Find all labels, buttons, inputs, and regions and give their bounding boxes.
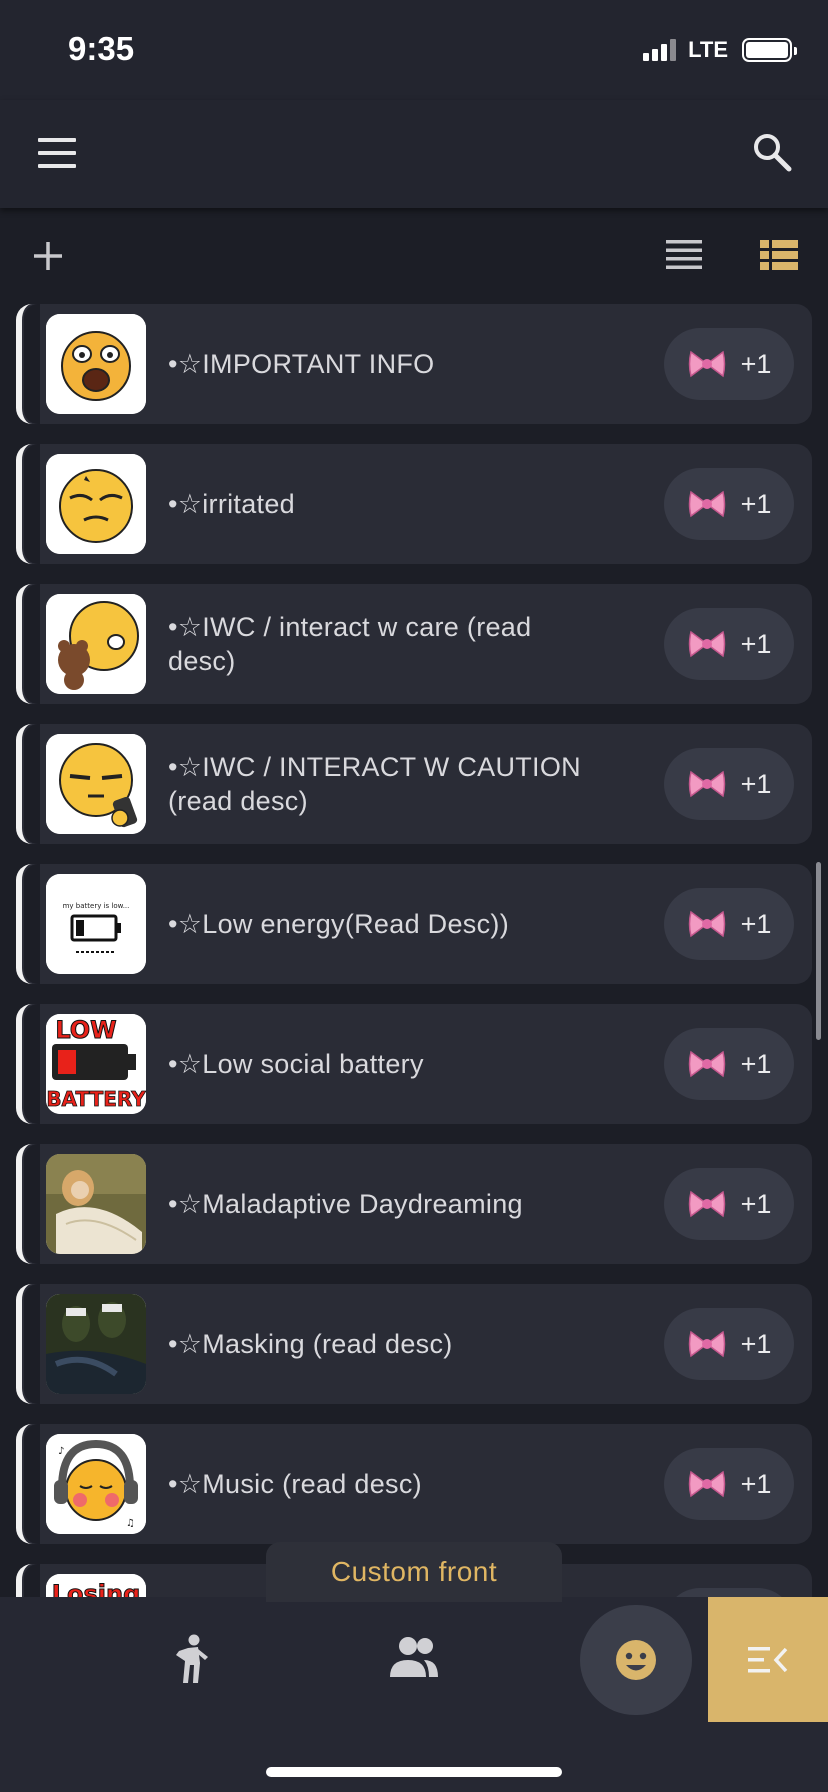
list-item[interactable]: •☆IWC / interact w care (read desc) +1 [16, 584, 812, 704]
list-view-icon[interactable] [666, 240, 702, 270]
avatar-text: my battery is low... [63, 902, 130, 910]
reaction-button[interactable]: +1 [664, 1448, 794, 1520]
app-bar [0, 100, 828, 208]
reaction-count: +1 [740, 768, 772, 799]
pink-bow-icon [688, 1190, 725, 1218]
plus-icon[interactable] [30, 238, 66, 274]
reaction-count: +1 [740, 348, 772, 379]
reaction-count: +1 [740, 488, 772, 519]
avatar [46, 454, 146, 554]
pink-bow-icon [688, 490, 725, 518]
avatar: Losing [46, 1574, 146, 1597]
members-icon[interactable] [388, 1635, 440, 1679]
signal-icon [643, 39, 677, 61]
list-item-label: •☆Maladaptive Daydreaming [168, 1189, 523, 1219]
avatar: ♪ ♫ [46, 1434, 146, 1534]
list-item-label: •☆IWC / interact w care (read desc) [168, 612, 532, 676]
list-item-label: •☆Masking (read desc) [168, 1329, 453, 1359]
hamburger-icon[interactable] [38, 138, 76, 168]
list-item[interactable]: •☆irritated +1 [16, 444, 812, 564]
pink-bow-icon [688, 1330, 725, 1358]
reaction-button[interactable]: +1 [664, 1308, 794, 1380]
reaction-count: +1 [740, 1468, 772, 1499]
status-time: 9:35 [68, 30, 135, 67]
custom-front-tab[interactable]: Custom front [266, 1542, 562, 1602]
avatar-text: Losing [52, 1580, 141, 1597]
reaction-button[interactable]: +1 [664, 328, 794, 400]
pink-bow-icon [688, 770, 725, 798]
pink-bow-icon [688, 910, 725, 938]
menu-collapse-icon[interactable] [708, 1597, 828, 1722]
avatar [46, 734, 146, 834]
status-bar: 9:35 LTE [0, 0, 828, 100]
list-item-label: •☆irritated [168, 489, 295, 519]
battery-icon [742, 38, 797, 62]
reaction-count: +1 [740, 908, 772, 939]
list-item-label: •☆Low social battery [168, 1049, 424, 1079]
reaction-button[interactable]: +1 [664, 1028, 794, 1100]
list-item[interactable]: LOW BATTERY •☆Low social battery +1 [16, 1004, 812, 1124]
pink-bow-icon [688, 350, 725, 378]
list-item[interactable]: ♪ ♫ •☆Music (read desc) +1 [16, 1424, 812, 1544]
avatar [46, 594, 146, 694]
reaction-button[interactable]: +1 [664, 748, 794, 820]
fronting-options-list: •☆IMPORTANT INFO +1 •☆irritated +1 •☆IWC… [0, 304, 828, 1597]
avatar [46, 1294, 146, 1394]
home-indicator [266, 1767, 562, 1777]
reaction-button[interactable]: +1 [664, 888, 794, 960]
reaction-button[interactable]: +1 [664, 608, 794, 680]
scrollbar[interactable] [816, 862, 821, 1040]
list-item[interactable]: my battery is low... •☆Low energy(Read D… [16, 864, 812, 984]
search-icon[interactable] [750, 130, 794, 174]
emoji-face-icon[interactable] [580, 1605, 692, 1715]
pink-bow-icon [688, 1050, 725, 1078]
list-item[interactable]: •☆IWC / INTERACT W CAUTION (read desc) +… [16, 724, 812, 844]
avatar-text-bottom: BATTERY [46, 1087, 146, 1111]
pink-bow-icon [688, 1470, 725, 1498]
list-item-label: •☆IMPORTANT INFO [168, 349, 435, 379]
list-item-label: •☆Music (read desc) [168, 1469, 422, 1499]
network-label: LTE [688, 37, 728, 62]
pink-bow-icon [688, 630, 725, 658]
person-front-icon[interactable] [168, 1633, 216, 1685]
list-item-label: •☆Low energy(Read Desc)) [168, 909, 509, 939]
reaction-count: +1 [740, 1328, 772, 1359]
reaction-button[interactable]: +1 [664, 468, 794, 540]
list-item[interactable]: •☆Maladaptive Daydreaming +1 [16, 1144, 812, 1264]
reaction-button[interactable]: +1 [664, 1588, 794, 1597]
reaction-count: +1 [740, 1048, 772, 1079]
list-item[interactable]: •☆Masking (read desc) +1 [16, 1284, 812, 1404]
reaction-button[interactable]: +1 [664, 1168, 794, 1240]
list-item[interactable]: •☆IMPORTANT INFO +1 [16, 304, 812, 424]
status-indicators: LTE [643, 36, 797, 64]
detail-list-view-icon[interactable] [760, 240, 798, 270]
avatar-text-top: LOW [55, 1016, 116, 1044]
list-item-label: •☆IWC / INTERACT W CAUTION (read desc) [168, 752, 581, 816]
svg-text:♪: ♪ [58, 1446, 64, 1457]
list-toolbar [0, 208, 828, 304]
svg-text:♫: ♫ [126, 1518, 135, 1529]
avatar [46, 314, 146, 414]
avatar [46, 1154, 146, 1254]
reaction-count: +1 [740, 628, 772, 659]
avatar: LOW BATTERY [46, 1014, 146, 1114]
bottom-nav [0, 1597, 828, 1792]
reaction-count: +1 [740, 1188, 772, 1219]
avatar: my battery is low... [46, 874, 146, 974]
